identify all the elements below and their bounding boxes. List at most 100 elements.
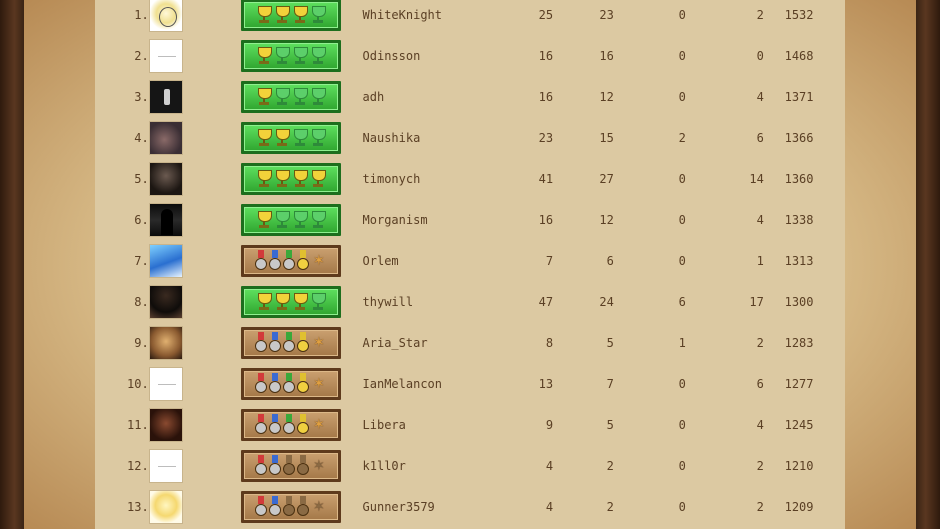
award-badge [240,121,341,154]
rank-position: 5. [134,171,149,186]
rank-position: 6. [134,212,149,227]
rating-score: 1300 [784,294,814,309]
medal-icon [254,249,267,272]
stat-played: 9 [545,417,554,432]
medal-icon [282,413,295,436]
player-name[interactable]: Odinsson [363,35,495,76]
award-badge: ✶ [240,326,341,359]
trophy-icon [292,46,308,66]
leaderboard-row: 3. adh 16 12 0 4 1371 [95,76,845,117]
player-name[interactable]: WhiteKnight [363,0,495,35]
player-name[interactable]: IanMelancon [363,363,495,404]
wooden-frame-right [916,0,940,529]
player-avatar[interactable] [148,161,183,196]
leaderboard-row: 11. ✶ Libera 9 5 0 4 1245 [95,404,845,445]
stat-drawn: 6 [678,294,686,309]
stat-drawn: 0 [678,376,686,391]
trophy-icon [256,46,272,66]
trophy-icon [274,169,290,189]
player-avatar[interactable] [148,284,183,319]
stat-lost: 2 [756,335,764,350]
player-name[interactable]: timonych [363,158,495,199]
stat-played: 4 [545,499,554,514]
trophy-icon [310,128,326,148]
medal-icon [254,495,267,518]
leaderboard-row: 6. Morganism 16 12 0 4 1338 [95,199,845,240]
trophy-icon [274,210,290,230]
rank-position: 10. [127,376,149,391]
stat-won: 24 [599,294,614,309]
player-avatar[interactable] [148,407,183,442]
stat-played: 25 [538,7,554,22]
stat-won: 2 [606,499,614,514]
stat-drawn: 0 [678,171,686,186]
player-avatar[interactable] [148,120,183,155]
player-avatar[interactable] [148,325,183,360]
player-avatar[interactable] [148,448,183,483]
medal-icon [282,331,295,354]
stat-drawn: 2 [678,130,686,145]
rank-position: 7. [134,253,149,268]
player-avatar[interactable] [148,202,183,237]
player-name[interactable]: Aria_Star [363,322,495,363]
medal-icon [254,372,267,395]
leaderboard-row: 4. Naushika 23 15 2 6 1366 [95,117,845,158]
stat-lost: 0 [756,48,764,63]
player-name[interactable]: Morganism [363,199,495,240]
trophy-icon [292,210,308,230]
leaderboard-row: 13. ✶ Gunner3579 4 2 0 2 1209 [95,486,845,527]
trophy-icon [274,128,290,148]
stat-drawn: 0 [678,253,686,268]
player-name[interactable]: Naushika [363,117,495,158]
rank-position: 8. [134,294,149,309]
medal-icon [254,454,267,477]
stat-played: 47 [538,294,554,309]
trophy-icon [256,292,272,312]
player-avatar[interactable] [148,489,183,524]
medal-icon [254,331,267,354]
medal-icon [282,372,295,395]
player-name[interactable]: Gunner3579 [363,486,495,527]
medal-icon [268,372,281,395]
player-name[interactable]: adh [363,76,495,117]
star-medal-icon: ✶ [313,496,325,516]
leaderboard-table: 1. WhiteKnight 25 23 0 2 1532 2. Odinsson 16 16 0 0 1… [95,0,845,527]
medal-icon [268,331,281,354]
stat-lost: 17 [749,294,764,309]
medal-icon [296,495,309,518]
trophy-icon [310,87,326,107]
stat-won: 16 [599,48,614,63]
medal-icon [268,413,281,436]
player-avatar[interactable] [148,243,183,278]
leaderboard-row: 9. ✶ Aria_Star 8 5 1 2 1283 [95,322,845,363]
leaderboard-row: 8. thywill 47 24 6 17 1300 [95,281,845,322]
stat-drawn: 0 [678,7,686,22]
player-name[interactable]: k1ll0r [363,445,495,486]
stat-lost: 14 [749,171,764,186]
stat-played: 23 [538,130,554,145]
stat-lost: 1 [756,253,764,268]
player-avatar[interactable] [148,366,183,401]
medal-icon [282,249,295,272]
stat-played: 16 [538,89,554,104]
trophy-icon [256,87,272,107]
trophy-icon [310,5,326,25]
player-name[interactable]: Libera [363,404,495,445]
award-badge [240,203,341,236]
player-name[interactable]: thywill [363,281,495,322]
award-badge: ✶ [240,367,341,400]
player-name[interactable]: Orlem [363,240,495,281]
stat-played: 13 [538,376,554,391]
trophy-icon [274,5,290,25]
player-avatar[interactable] [148,0,183,32]
player-avatar[interactable] [148,79,183,114]
stat-drawn: 1 [678,335,686,350]
rating-score: 1277 [784,376,814,391]
trophy-icon [256,128,272,148]
trophy-icon [274,292,290,312]
award-badge [240,162,341,195]
player-avatar[interactable] [148,38,183,73]
stat-won: 5 [606,335,614,350]
medal-icon [268,249,281,272]
rank-position: 3. [134,89,149,104]
